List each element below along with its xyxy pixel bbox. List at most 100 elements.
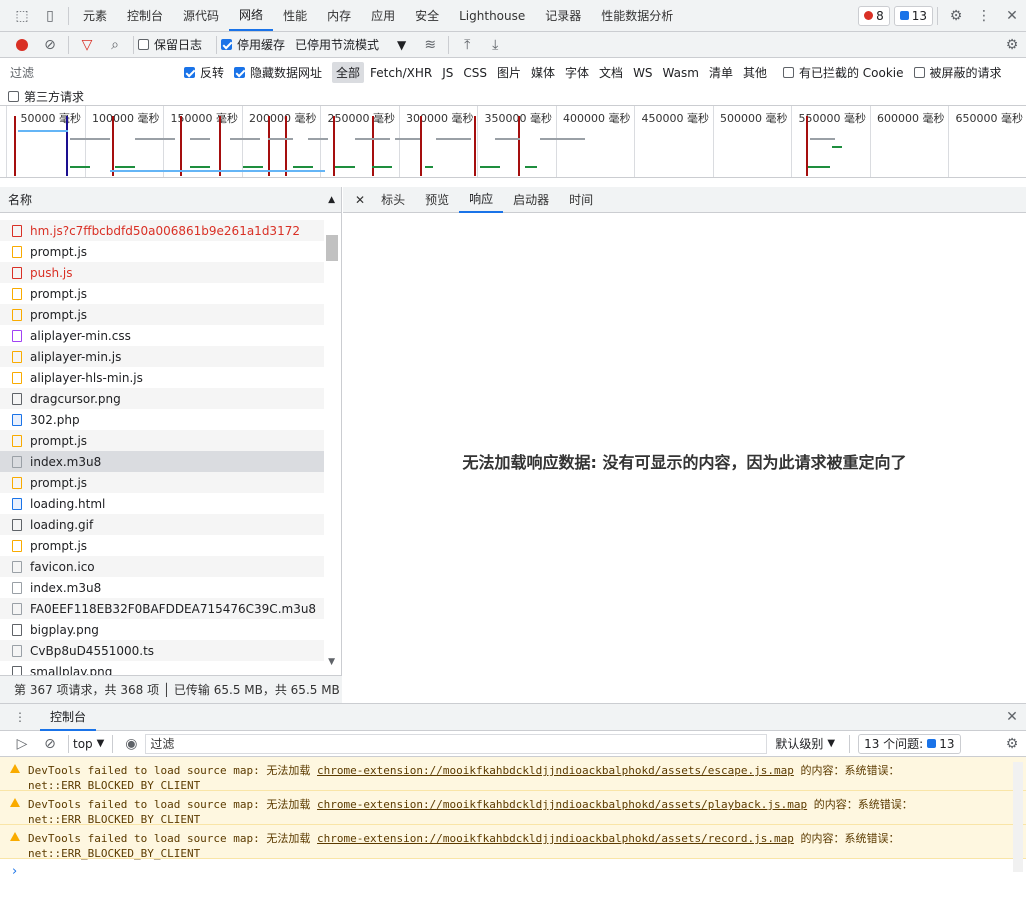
console-prompt[interactable]: › <box>0 859 1026 883</box>
third-party-checkbox[interactable]: 第三方请求 <box>8 88 1008 105</box>
context-select[interactable]: top ▼ <box>73 737 104 751</box>
list-item[interactable]: dragcursor.png <box>0 388 324 409</box>
filter-type-3[interactable]: CSS <box>459 64 491 82</box>
list-item[interactable]: 302.php <box>0 409 324 430</box>
eye-icon[interactable]: ◉ <box>117 730 145 758</box>
list-item[interactable]: prompt.js <box>0 283 324 304</box>
tab-3[interactable]: 网络 <box>229 0 274 31</box>
source-map-link[interactable]: chrome-extension://mooikfkahbdckldjjndio… <box>317 832 794 845</box>
network-conditions-icon[interactable]: ≋ <box>416 31 444 59</box>
inspect-element-icon[interactable]: ⬚ <box>8 2 36 30</box>
throttle-select[interactable]: 已停用节流模式 ▼ <box>295 36 406 53</box>
message-line: DevTools failed to load source map: 无法加载… <box>28 763 1016 778</box>
disable-cache-checkbox[interactable]: 停用缓存 <box>221 36 285 53</box>
filter-type-2[interactable]: JS <box>438 64 457 82</box>
device-toolbar-icon[interactable]: ▯ <box>36 2 64 30</box>
blocked-requests-checkbox[interactable]: 被屏蔽的请求 <box>913 64 1002 81</box>
list-item[interactable]: prompt.js <box>0 472 324 493</box>
network-settings-gear-icon[interactable]: ⚙ <box>998 31 1026 59</box>
timeline-request-bar <box>293 166 313 168</box>
list-item[interactable]: CvBp8uD4551000.ts <box>0 640 324 661</box>
clear-console-icon[interactable]: ⊘ <box>36 730 64 758</box>
list-item[interactable]: bigplay.png <box>0 619 324 640</box>
tab-4[interactable]: 性能 <box>273 0 317 31</box>
invert-checkbox[interactable]: 反转 <box>184 64 224 81</box>
source-map-link[interactable]: chrome-extension://mooikfkahbdckldjjndio… <box>317 798 807 811</box>
list-item[interactable]: prompt.js <box>0 241 324 262</box>
timeline-overview[interactable]: 50000 毫秒 100000 毫秒 150000 毫秒 200000 毫秒 25000… <box>0 106 1026 178</box>
issues-badge[interactable]: 13 <box>893 5 933 26</box>
close-detail-icon[interactable]: ✕ <box>349 187 371 213</box>
blocked-cookies-checkbox[interactable]: 有已拦截的 Cookie <box>782 64 904 81</box>
list-scrollbar[interactable] <box>326 235 338 261</box>
tab-0[interactable]: 元素 <box>73 0 117 31</box>
tab-9[interactable]: 记录器 <box>535 0 591 31</box>
filter-type-0[interactable]: 全部 <box>332 62 365 84</box>
more-vert-icon[interactable]: ⋮ <box>970 2 998 30</box>
list-item[interactable] <box>0 213 324 220</box>
filter-type-8[interactable]: WS <box>629 64 656 82</box>
log-level-select[interactable]: 默认级别 ▼ <box>775 735 835 752</box>
tab-10[interactable]: 性能数据分析 <box>591 0 683 31</box>
chevron-down-icon: ▼ <box>827 738 836 749</box>
console-issues-button[interactable]: 13 个问题: 13 <box>858 733 961 754</box>
list-item[interactable]: hm.js?c7ffbcbdfd50a006861b9e261a1d3172 <box>0 220 324 241</box>
name-column-header[interactable]: 名称 ▲ <box>0 187 341 213</box>
detail-tab-3[interactable]: 启动器 <box>503 187 559 213</box>
import-har-icon[interactable]: ⤒ <box>453 31 481 59</box>
tab-7[interactable]: 安全 <box>405 0 449 31</box>
filter-type-1[interactable]: Fetch/XHR <box>366 64 436 82</box>
console-filter-input[interactable]: 过滤 <box>145 733 768 754</box>
export-har-icon[interactable]: ⤓ <box>481 31 509 59</box>
filter-type-11[interactable]: 其他 <box>739 62 771 83</box>
filter-type-5[interactable]: 媒体 <box>527 62 559 83</box>
close-icon[interactable]: ✕ <box>998 2 1026 30</box>
sidebar-toggle-icon[interactable]: ▷ <box>8 730 36 758</box>
filter-type-6[interactable]: 字体 <box>561 62 593 83</box>
list-item[interactable]: aliplayer-min.css <box>0 325 324 346</box>
tab-console[interactable]: 控制台 <box>40 704 97 731</box>
error-badge[interactable]: 8 <box>858 5 890 26</box>
gear-icon[interactable]: ⚙ <box>942 2 970 30</box>
hide-data-urls-checkbox[interactable]: 隐藏数据网址 <box>234 64 322 81</box>
close-drawer-icon[interactable]: ✕ <box>998 703 1026 731</box>
detail-tab-0[interactable]: 标头 <box>371 187 415 213</box>
console-scrollbar[interactable] <box>1013 762 1023 872</box>
filter-type-10[interactable]: 清单 <box>705 62 737 83</box>
tab-1[interactable]: 控制台 <box>117 0 173 31</box>
scroll-down-icon[interactable]: ▼ <box>328 657 335 667</box>
list-item[interactable]: aliplayer-hls-min.js <box>0 367 324 388</box>
list-item[interactable]: smallplay.png <box>0 661 324 675</box>
list-item[interactable]: prompt.js <box>0 304 324 325</box>
filter-icon[interactable]: ▽ <box>73 31 101 59</box>
tab-6[interactable]: 应用 <box>361 0 405 31</box>
list-item[interactable]: push.js <box>0 262 324 283</box>
preserve-log-checkbox[interactable]: 保留日志 <box>138 36 202 53</box>
tab-5[interactable]: 内存 <box>317 0 361 31</box>
list-item[interactable]: prompt.js <box>0 430 324 451</box>
list-item[interactable]: prompt.js <box>0 535 324 556</box>
record-icon[interactable] <box>8 31 36 59</box>
filter-input[interactable]: 过滤 <box>8 64 172 82</box>
clear-icon[interactable]: ⊘ <box>36 31 64 59</box>
list-item[interactable]: loading.gif <box>0 514 324 535</box>
detail-tab-2[interactable]: 响应 <box>459 187 504 213</box>
tab-2[interactable]: 源代码 <box>173 0 229 31</box>
drawer-menu-icon[interactable]: ⋮ <box>14 710 26 724</box>
list-item[interactable]: index.m3u8 <box>0 577 324 598</box>
timeline-tick: 400000 毫秒 <box>555 106 634 177</box>
list-item[interactable]: favicon.ico <box>0 556 324 577</box>
filter-type-4[interactable]: 图片 <box>493 62 525 83</box>
filter-type-7[interactable]: 文档 <box>595 62 627 83</box>
list-item[interactable]: aliplayer-min.js <box>0 346 324 367</box>
filter-type-9[interactable]: Wasm <box>659 64 703 82</box>
tab-8[interactable]: Lighthouse <box>449 0 535 31</box>
list-item[interactable]: loading.html <box>0 493 324 514</box>
source-map-link[interactable]: chrome-extension://mooikfkahbdckldjjndio… <box>317 764 794 777</box>
list-item[interactable]: FA0EEF118EB32F0BAFDDEA715476C39C.m3u8 <box>0 598 324 619</box>
search-icon[interactable]: ⌕ <box>101 31 129 59</box>
list-item[interactable]: index.m3u8 <box>0 451 324 472</box>
detail-tab-1[interactable]: 预览 <box>415 187 459 213</box>
console-settings-gear-icon[interactable]: ⚙ <box>998 730 1026 758</box>
detail-tab-4[interactable]: 时间 <box>559 187 603 213</box>
